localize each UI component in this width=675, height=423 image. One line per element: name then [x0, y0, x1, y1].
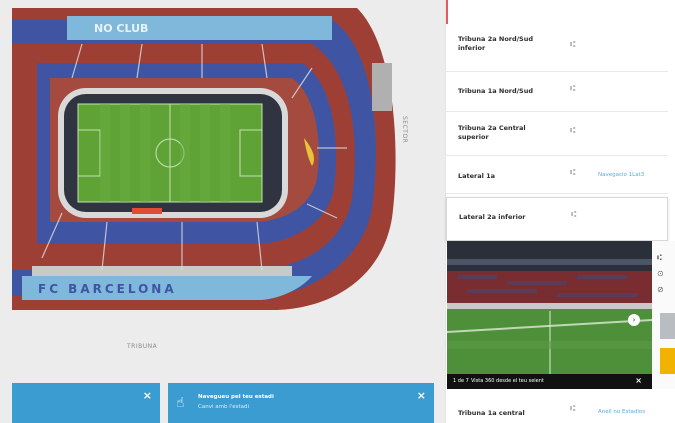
seat-icon: ⑆	[570, 168, 576, 178]
seat-icon: ⑆	[657, 253, 662, 262]
seat-icon: ⑆	[570, 126, 576, 136]
notice-banner-left: ×	[12, 383, 160, 423]
side-yellow-button[interactable]	[660, 348, 675, 374]
seat-icon: ⑆	[570, 40, 576, 50]
view-caption-bar: 1 de 7 Vista 360 desde el teu seient ×	[447, 374, 652, 389]
seat-list-item[interactable]: Tribuna 1a central ⑆ Anell no Estadios	[446, 394, 668, 423]
notice-right-subtitle: Canvi amb l'estadi	[198, 404, 250, 410]
tribuna-label: TRIBUNA	[127, 343, 158, 350]
seat-icon: ⑆	[570, 404, 576, 414]
seat-icon: ⑆	[570, 84, 576, 94]
notice-left-close-icon[interactable]: ×	[143, 389, 152, 402]
map-bottom-banner-text: FC BARCELONA	[38, 282, 177, 296]
seat-list-item-name: Tribuna 2a Nord/Sud inferior	[458, 35, 533, 52]
notice-right-title: Navegueu pel teu estadi	[198, 394, 274, 400]
seat-list-item[interactable]: Lateral 1a ⑆ Navegacio 1Lat3	[446, 156, 668, 194]
zoom-out-icon[interactable]: ⊘	[657, 285, 664, 294]
side-control-strip: ⑆ ⊙ ⊘	[652, 241, 675, 389]
seat-list-item-link[interactable]: Navegacio 1Lat3	[598, 172, 644, 178]
seat-list-item-name: Lateral 1a	[458, 172, 496, 180]
seat-icon: ⑆	[571, 210, 577, 220]
photo-caption: Vista 360 desde el teu seient	[471, 378, 544, 384]
sector-label: SECTOR	[401, 116, 408, 144]
stadium-map-graphic: NO CLUB FC BARCELONA	[12, 8, 442, 323]
map-top-banner-text: NO CLUB	[94, 22, 148, 35]
seat-list-item-selected[interactable]: Lateral 2a inferior ⑆	[446, 197, 668, 241]
next-photo-button[interactable]: ›	[628, 314, 640, 326]
zoom-in-icon[interactable]: ⊙	[657, 269, 664, 278]
close-icon[interactable]: ×	[635, 376, 642, 385]
seat-list-item[interactable]: Tribuna 2a Nord/Sud inferior ⑆	[446, 24, 668, 72]
hand-pointer-icon: ☝	[176, 395, 185, 411]
seat-list-item-name: Tribuna 1a central	[458, 409, 525, 417]
photo-counter: 1 de 7	[453, 378, 469, 384]
seat-list-item[interactable]: Tribuna 1a Nord/Sud ⑆	[446, 72, 668, 112]
seat-list-item-name: Tribuna 2a Central superior	[458, 124, 526, 141]
seat-list-item-name: Tribuna 1a Nord/Sud	[458, 87, 533, 95]
stadium-map[interactable]: NO CLUB FC BARCELONA SECTOR TRIBUNA	[12, 8, 442, 423]
view-from-seat-card[interactable]: › 1 de 7 Vista 360 desde el teu seient ×	[447, 241, 652, 389]
side-gray-button[interactable]	[660, 313, 675, 339]
view-from-seat-photo	[447, 241, 652, 374]
notice-right-close-icon[interactable]: ×	[417, 389, 426, 402]
seat-list-item-name: Lateral 2a inferior	[459, 213, 526, 221]
page-root: NO CLUB FC BARCELONA SECTOR TRIBUNA × ☝ …	[0, 0, 675, 423]
seat-list-item-link[interactable]: Anell no Estadios	[598, 409, 645, 415]
notice-banner-right: ☝ Navegueu pel teu estadi Canvi amb l'es…	[168, 383, 434, 423]
seat-list-item[interactable]: Tribuna 2a Central superior ⑆	[446, 112, 668, 156]
